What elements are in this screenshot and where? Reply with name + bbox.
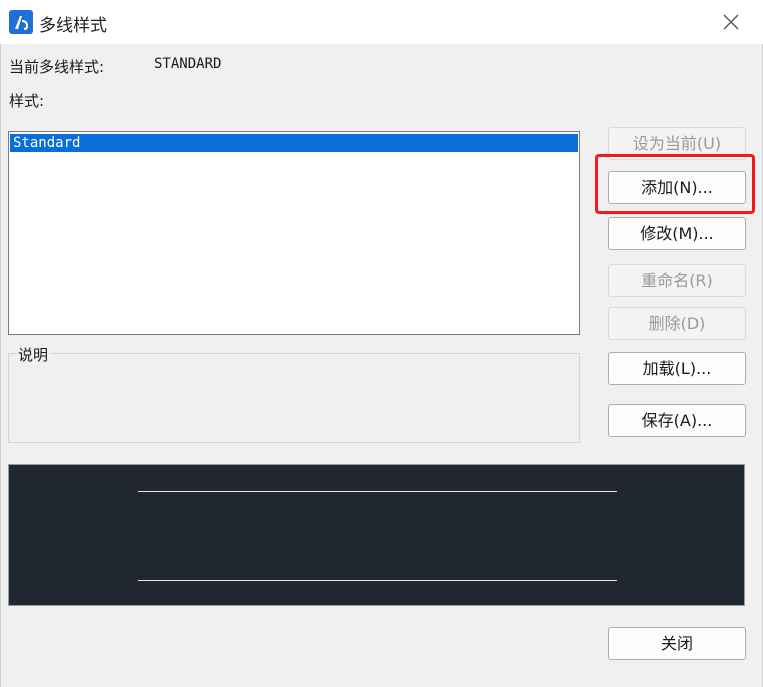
description-group	[8, 353, 580, 443]
list-item[interactable]: Standard	[10, 134, 578, 152]
window-title: 多线样式	[39, 16, 107, 36]
preview-line-bottom	[138, 580, 617, 581]
dialog-body: 当前多线样式: STANDARD 样式: Standard 说明 设为当前(U)…	[0, 44, 763, 687]
description-label: 说明	[16, 344, 51, 365]
current-style-label: 当前多线样式:	[9, 58, 105, 76]
styles-label: 样式:	[9, 92, 45, 110]
close-icon	[723, 14, 739, 30]
close-window-button[interactable]	[712, 6, 750, 38]
delete-button[interactable]: 删除(D)	[608, 307, 746, 340]
rename-button[interactable]: 重命名(R)	[608, 264, 746, 297]
save-button[interactable]: 保存(A)...	[608, 404, 746, 437]
current-style-value: STANDARD	[154, 56, 222, 72]
preview-line-top	[138, 491, 617, 492]
multiline-preview	[8, 464, 745, 606]
modify-button[interactable]: 修改(M)...	[608, 217, 746, 250]
close-button[interactable]: 关闭	[608, 627, 746, 660]
highlight-annotation	[595, 154, 755, 214]
title-bar: 多线样式	[0, 0, 763, 44]
styles-listbox[interactable]: Standard	[8, 131, 580, 335]
autocad-app-icon	[9, 10, 33, 34]
load-button[interactable]: 加载(L)...	[608, 352, 746, 385]
